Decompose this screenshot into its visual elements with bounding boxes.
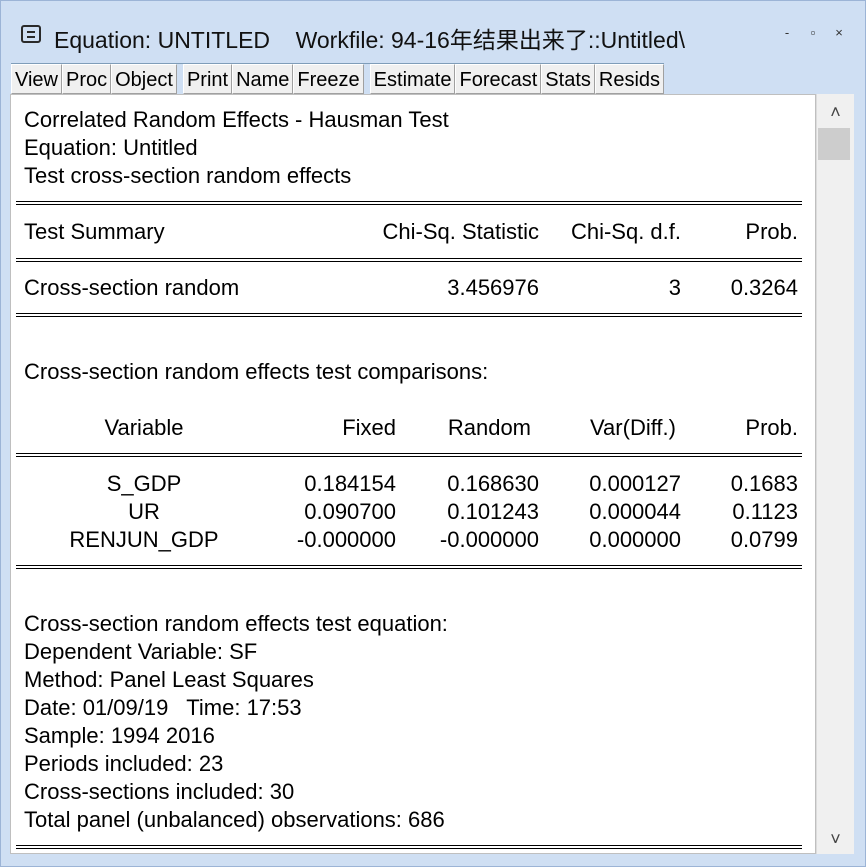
- comp-row-prob: 0.0799: [730, 527, 798, 552]
- comp-row-variable: UR: [128, 499, 160, 524]
- comp-row-vardiff: 0.000044: [589, 499, 681, 524]
- object-button[interactable]: Object: [111, 64, 177, 94]
- minimize-button[interactable]: -: [781, 25, 793, 40]
- equation-info-line: Date: 01/09/19 Time: 17:53: [24, 695, 302, 720]
- comp-row-fixed: -0.000000: [296, 527, 396, 552]
- table-rule: [16, 201, 802, 205]
- close-button[interactable]: ×: [833, 25, 845, 40]
- comp-row-fixed: 0.090700: [304, 499, 396, 524]
- table-rule: [16, 313, 802, 317]
- scroll-up-icon[interactable]: ˄: [817, 102, 854, 123]
- print-button[interactable]: Print: [182, 64, 233, 94]
- forecast-button[interactable]: Forecast: [455, 64, 542, 94]
- equation-info-line: Cross-sections included: 30: [24, 779, 295, 804]
- toolbar: View Proc Object Print Name Freeze Estim…: [11, 63, 665, 95]
- comp-header-variable: Variable: [104, 415, 184, 440]
- equation-info-line: Total panel (unbalanced) observations: 6…: [24, 807, 445, 832]
- equation-window-icon[interactable]: [21, 25, 41, 43]
- summary-chisq-value: 3.456976: [447, 275, 539, 300]
- maximize-button[interactable]: ▫: [807, 25, 819, 40]
- equation-info-line: Cross-section random effects test equati…: [24, 611, 448, 636]
- comp-header-fixed: Fixed: [342, 415, 396, 440]
- comp-header-prob: Prob.: [745, 415, 798, 440]
- scroll-thumb[interactable]: [818, 128, 850, 160]
- summary-prob-value: 0.3264: [730, 275, 798, 300]
- summary-header-prob: Prob.: [745, 219, 798, 244]
- window-controls: - ▫ ×: [781, 25, 845, 40]
- table-rule: [16, 565, 802, 569]
- table-rule: [16, 258, 802, 262]
- summary-df-value: 3: [668, 275, 681, 300]
- comp-header-random: Random: [447, 415, 531, 440]
- comp-row-vardiff: 0.000127: [589, 471, 681, 496]
- comp-row-variable: RENJUN_GDP: [69, 527, 219, 552]
- test-title: Correlated Random Effects - Hausman Test: [24, 107, 449, 132]
- table-rule: [16, 845, 802, 849]
- summary-header-test: Test Summary: [24, 219, 165, 244]
- table-rule: [16, 453, 802, 457]
- resids-button[interactable]: Resids: [594, 64, 665, 94]
- comp-row-random: -0.000000: [439, 527, 539, 552]
- stats-button[interactable]: Stats: [541, 64, 595, 94]
- comp-row-random: 0.101243: [447, 499, 539, 524]
- equation-info-line: Periods included: 23: [24, 751, 224, 776]
- equation-info-line: Dependent Variable: SF: [24, 639, 258, 664]
- comp-row-random: 0.168630: [447, 471, 539, 496]
- comp-row-prob: 0.1683: [730, 471, 798, 496]
- name-button[interactable]: Name: [232, 64, 294, 94]
- estimate-button[interactable]: Estimate: [369, 64, 456, 94]
- proc-button[interactable]: Proc: [62, 64, 112, 94]
- equation-name: Equation: Untitled: [24, 135, 198, 160]
- output-pane[interactable]: Correlated Random Effects - Hausman Test…: [10, 94, 816, 854]
- view-button[interactable]: View: [11, 64, 62, 94]
- comp-header-vardiff: Var(Diff.): [590, 415, 676, 440]
- title-bar[interactable]: Equation: UNTITLED Workfile: 94-16年结果出来了…: [1, 1, 865, 63]
- equation-info-line: Method: Panel Least Squares: [24, 667, 314, 692]
- window-title: Equation: UNTITLED Workfile: 94-16年结果出来了…: [54, 27, 685, 53]
- summary-header-df: Chi-Sq. d.f.: [570, 219, 681, 244]
- comp-row-variable: S_GDP: [106, 471, 182, 496]
- scroll-down-icon[interactable]: ˅: [817, 829, 854, 850]
- vertical-scrollbar[interactable]: ˄ ˅: [816, 94, 854, 854]
- summary-header-chisq: Chi-Sq. Statistic: [382, 219, 540, 244]
- comp-row-vardiff: 0.000000: [589, 527, 681, 552]
- comp-row-fixed: 0.184154: [304, 471, 396, 496]
- summary-row-label: Cross-section random: [24, 275, 240, 300]
- test-description: Test cross-section random effects: [24, 163, 352, 188]
- comparisons-title: Cross-section random effects test compar…: [24, 359, 489, 384]
- comp-row-prob: 0.1123: [732, 499, 798, 524]
- freeze-button[interactable]: Freeze: [293, 64, 364, 94]
- equation-info-line: Sample: 1994 2016: [24, 723, 215, 748]
